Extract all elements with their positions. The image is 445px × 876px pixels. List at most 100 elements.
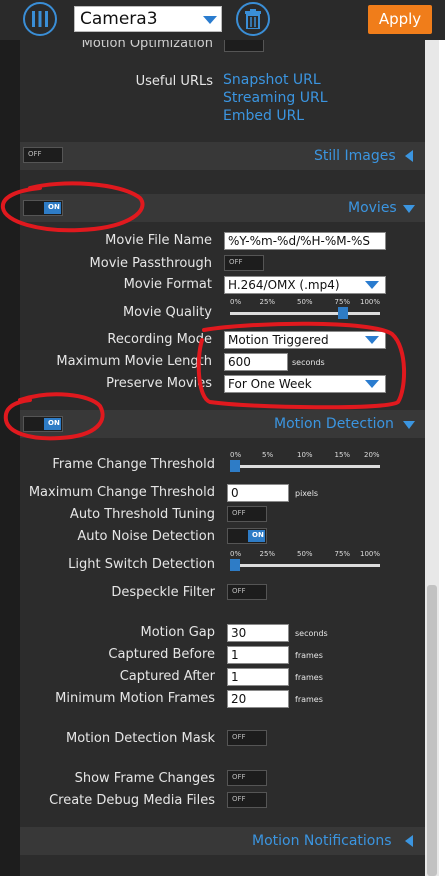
show-frame-changes-label: Show Frame Changes (74, 771, 215, 786)
chevron-down-icon (403, 205, 415, 213)
chevron-down-icon (365, 380, 379, 388)
max-movie-length-input[interactable]: 600 (224, 353, 288, 371)
captured-before-input[interactable]: 1 (227, 646, 289, 664)
auto-noise-detection-toggle[interactable]: ON (227, 528, 267, 544)
light-switch-detection-label: Light Switch Detection (68, 557, 215, 572)
motion-gap-unit: seconds (295, 629, 328, 638)
slider-tick-label: 100% (360, 550, 381, 558)
still-images-title: Still Images (314, 148, 396, 164)
movies-section-header[interactable]: ON Movies (20, 194, 425, 222)
slider-tick-label: 100% (360, 298, 381, 306)
auto-threshold-tuning-toggle[interactable]: OFF (227, 506, 267, 522)
motion-gap-input[interactable]: 30 (227, 624, 289, 642)
app-root: Motion Optimization Camera3 Apply Useful… (0, 0, 445, 876)
recording-mode-value: Motion Triggered (228, 333, 329, 347)
chevron-down-icon (365, 336, 379, 344)
frame-change-threshold-slider[interactable]: 0% 5% 10% 15% 20% (230, 451, 380, 477)
movie-file-name-input[interactable]: %Y-%m-%d/%H-%M-%S (224, 232, 386, 250)
useful-urls-label: Useful URLs (135, 74, 213, 89)
snapshot-url-link[interactable]: Snapshot URL (223, 72, 321, 88)
slider-tick-label: 75% (334, 298, 351, 306)
motion-detection-mask-label: Motion Detection Mask (66, 731, 215, 746)
min-motion-frames-unit: frames (295, 695, 323, 704)
movie-format-value: H.264/OMX (.mp4) (228, 278, 340, 292)
scrollbar-thumb[interactable] (427, 585, 437, 876)
captured-after-input[interactable]: 1 (227, 668, 289, 686)
despeckle-filter-label: Despeckle Filter (111, 585, 215, 600)
movie-passthrough-toggle[interactable]: OFF (224, 255, 264, 271)
motion-detection-section-header[interactable]: ON Motion Detection (20, 410, 425, 438)
min-motion-frames-label: Minimum Motion Frames (55, 691, 215, 706)
slider-tick-label: 50% (297, 550, 313, 558)
slider-tick-label: 10% (297, 451, 313, 459)
slider-thumb[interactable] (337, 307, 348, 319)
motion-detection-toggle[interactable]: ON (23, 416, 63, 432)
slider-thumb[interactable] (230, 559, 240, 571)
chevron-down-icon (203, 16, 217, 24)
captured-before-unit: frames (295, 651, 323, 660)
slider-tick-label: 15% (334, 451, 351, 459)
delete-camera-button[interactable] (236, 2, 270, 36)
slider-tick-label: 0% (230, 550, 242, 558)
max-change-threshold-input[interactable]: 0 (227, 484, 289, 502)
motion-notifications-section-header[interactable]: Motion Notifications (20, 827, 425, 855)
trash-icon (245, 9, 261, 29)
max-change-threshold-unit: pixels (295, 489, 319, 498)
recording-mode-select[interactable]: Motion Triggered (224, 331, 386, 349)
slider-tick-label: 25% (259, 550, 276, 558)
movie-quality-slider[interactable]: 0% 25% 50% 75% 100% (230, 298, 380, 324)
despeckle-filter-toggle[interactable]: OFF (227, 584, 267, 600)
slider-tick-label: 0% (230, 451, 242, 459)
columns-icon (32, 11, 48, 27)
movies-title: Movies (348, 200, 397, 216)
slider-tick-label: 0% (230, 298, 242, 306)
auto-noise-detection-label: Auto Noise Detection (77, 529, 215, 544)
captured-after-unit: frames (295, 673, 323, 682)
movie-quality-label: Movie Quality (122, 305, 212, 320)
slider-thumb[interactable] (230, 460, 240, 472)
apply-button[interactable]: Apply (368, 5, 432, 34)
streaming-url-link[interactable]: Streaming URL (223, 90, 328, 106)
still-images-section-header[interactable]: OFF Still Images (20, 142, 425, 170)
slider-tick-label: 75% (334, 550, 351, 558)
captured-before-label: Captured Before (108, 647, 215, 662)
create-debug-media-toggle[interactable]: OFF (227, 792, 267, 808)
max-change-threshold-label: Maximum Change Threshold (28, 485, 215, 500)
chevron-left-icon (405, 150, 413, 162)
camera-select-value: Camera3 (80, 9, 158, 29)
camera-select[interactable]: Camera3 (74, 6, 222, 32)
movie-passthrough-label: Movie Passthrough (89, 256, 212, 271)
slider-tick-label: 20% (364, 451, 380, 459)
light-switch-detection-slider[interactable]: 0% 25% 50% 75% 100% (230, 550, 380, 576)
slider-tick-label: 25% (259, 298, 276, 306)
preserve-movies-label: Preserve Movies (106, 376, 212, 391)
min-motion-frames-input[interactable]: 20 (227, 690, 289, 708)
show-frame-changes-toggle[interactable]: OFF (227, 770, 267, 786)
still-images-toggle[interactable]: OFF (23, 147, 63, 163)
max-movie-length-label: Maximum Movie Length (56, 354, 212, 369)
slider-track (230, 465, 380, 468)
auto-threshold-tuning-label: Auto Threshold Tuning (69, 507, 215, 522)
movie-file-name-label: Movie File Name (105, 233, 212, 248)
frame-change-threshold-label: Frame Change Threshold (52, 457, 215, 472)
motion-detection-title: Motion Detection (274, 416, 394, 432)
motion-notifications-title: Motion Notifications (252, 833, 392, 849)
motion-detection-mask-toggle[interactable]: OFF (227, 730, 267, 746)
slider-tick-label: 5% (262, 451, 274, 459)
movie-format-select[interactable]: H.264/OMX (.mp4) (224, 276, 386, 294)
embed-url-link[interactable]: Embed URL (223, 108, 304, 124)
create-debug-media-label: Create Debug Media Files (49, 793, 215, 808)
top-bar: Camera3 Apply (0, 0, 445, 40)
slider-track (230, 564, 380, 567)
movies-toggle[interactable]: ON (23, 200, 63, 216)
preserve-movies-select[interactable]: For One Week (224, 375, 386, 393)
menu-button[interactable] (23, 2, 57, 36)
preserve-movies-value: For One Week (228, 377, 312, 391)
max-movie-length-unit: seconds (292, 358, 325, 367)
captured-after-label: Captured After (119, 669, 215, 684)
recording-mode-label: Recording Mode (107, 332, 212, 347)
chevron-down-icon (365, 281, 379, 289)
movie-format-label: Movie Format (123, 277, 212, 292)
slider-track (230, 312, 380, 315)
chevron-down-icon (403, 421, 415, 429)
